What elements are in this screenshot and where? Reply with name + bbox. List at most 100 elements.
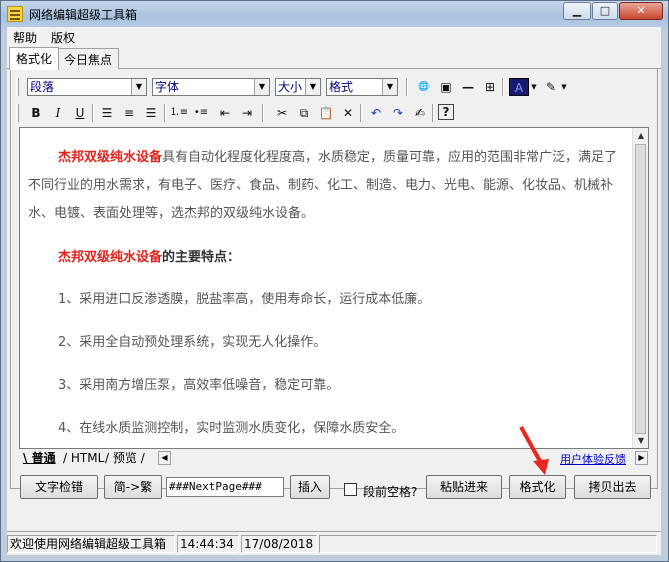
text-check-button[interactable]: 文字检错 (20, 475, 98, 499)
chevron-down-icon: ▼ (131, 79, 146, 95)
tab-preview-label: 预览 (112, 451, 137, 465)
edit-note-icon[interactable]: ✍ (410, 104, 430, 122)
brand-highlight: 杰邦双级纯水设备 (58, 250, 163, 265)
font-color-icon[interactable]: A (509, 78, 529, 96)
style-toolbar: B I U ☰ ≡ ☰ ⒈≡ •≡ ⇤ ⇥ ✂ ⧉ 📋 ✕ ↶ ↷ ✍ ? (14, 101, 474, 125)
status-empty (319, 535, 657, 553)
simp-trad-button[interactable]: 简->繁 (104, 475, 162, 499)
underline-icon[interactable]: U (70, 104, 90, 122)
toolbar-divider (92, 104, 94, 122)
bold-icon[interactable]: B (26, 104, 46, 122)
intro-paragraph: 杰邦双级纯水设备具有自动化程度化程度高，水质稳定，质量可靠，应用的范围非常广泛，… (28, 144, 628, 228)
tab-today-focus[interactable]: 今日焦点 (57, 48, 120, 69)
help-icon[interactable]: ? (438, 104, 454, 120)
feature-item: 3、采用南方增压泵，高效率低噪音，稳定可靠。 (58, 378, 340, 393)
image-icon[interactable]: ▣ (436, 78, 456, 96)
vertical-scrollbar[interactable]: ▲ ▼ (632, 128, 648, 448)
main-tabs: 格式化 今日焦点 (7, 47, 661, 70)
feature-item: 1、采用进口反渗透膜，脱盐率高，使用寿命长，运行成本低廉。 (58, 292, 431, 307)
tab-html-label: HTML (70, 451, 105, 465)
copy-out-button[interactable]: 拷贝出去 (574, 475, 651, 499)
format-button[interactable]: 格式化 (509, 475, 566, 499)
view-tabs: \ 普通 / HTML / 预览 / ◀ 用户体验反馈 ▶ (19, 450, 649, 467)
rich-text-editor[interactable]: 杰邦双级纯水设备具有自动化程度化程度高，水质稳定，质量可靠，应用的范围非常广泛，… (19, 127, 649, 449)
toolbar-divider (262, 104, 264, 122)
scroll-left-icon[interactable]: ◀ (158, 451, 171, 465)
document-body: 杰邦双级纯水设备具有自动化程度化程度高，水质稳定，质量可靠，应用的范围非常广泛，… (28, 128, 628, 443)
paragraph-select-value: 段落 (30, 80, 55, 94)
chevron-down-icon: ▼ (382, 79, 397, 95)
tab-normal[interactable]: \ 普通 (23, 450, 56, 467)
bullet-list-icon[interactable]: •≡ (191, 104, 211, 122)
space-before-checkbox[interactable] (344, 483, 357, 496)
toolbar-divider (360, 104, 362, 122)
status-welcome: 欢迎使用网络编辑超级工具箱 (7, 535, 175, 553)
app-icon (7, 6, 23, 22)
highlight-pen-icon[interactable]: ✎ (541, 78, 561, 96)
annotation-arrow-icon (519, 426, 549, 475)
chevron-down-icon[interactable]: ▼ (529, 78, 539, 96)
indent-icon[interactable]: ⇥ (237, 104, 257, 122)
scroll-down-icon[interactable]: ▼ (633, 433, 648, 448)
paste-in-button[interactable]: 粘贴进来 (426, 475, 502, 499)
outdent-icon[interactable]: ⇤ (215, 104, 235, 122)
redo-icon[interactable]: ↷ (388, 104, 408, 122)
scroll-thumb[interactable] (635, 144, 646, 434)
title-bar[interactable]: 网络编辑超级工具箱 ▁ □ ✕ (1, 1, 668, 28)
delete-icon[interactable]: ✕ (338, 104, 358, 122)
tab-preview[interactable]: / 预览 / (105, 450, 145, 467)
scroll-right-icon[interactable]: ▶ (635, 451, 648, 465)
copy-icon[interactable]: ⧉ (294, 104, 314, 122)
feedback-link[interactable]: 用户体验反馈 (560, 451, 626, 467)
font-select-value: 字体 (155, 80, 180, 94)
format-toolbar: 段落 ▼ 字体 ▼ 大小 ▼ 格式 ▼ 🌐 ▣ — ⊞ A ▼ ✎ ▼ (14, 75, 574, 99)
toolbar-divider (502, 78, 504, 96)
menu-help[interactable]: 帮助 (13, 29, 37, 46)
size-select[interactable]: 大小 ▼ (275, 78, 321, 96)
format-select-value: 格式 (329, 80, 354, 94)
web-icon[interactable]: 🌐 (414, 78, 434, 96)
maximize-button[interactable]: □ (592, 2, 618, 20)
chevron-down-icon[interactable]: ▼ (559, 78, 569, 96)
horizontal-rule-icon[interactable]: — (458, 78, 478, 96)
toolbar-divider (164, 104, 166, 122)
format-select[interactable]: 格式 ▼ (326, 78, 398, 96)
cut-icon[interactable]: ✂ (272, 104, 292, 122)
feature-item: 2、采用全自动预处理系统，实现无人化操作。 (58, 335, 327, 350)
align-center-icon[interactable]: ≡ (119, 104, 139, 122)
status-bar: 欢迎使用网络编辑超级工具箱 14:44:34 17/08/2018 (7, 531, 661, 555)
ordered-list-icon[interactable]: ⒈≡ (169, 104, 189, 122)
paragraph-select[interactable]: 段落 ▼ (27, 78, 147, 96)
window-title: 网络编辑超级工具箱 (29, 8, 138, 22)
tab-html[interactable]: / HTML (63, 450, 104, 467)
chevron-down-icon: ▼ (305, 79, 320, 95)
status-date: 17/08/2018 (241, 535, 317, 553)
tab-normal-label: 普通 (31, 451, 56, 465)
minimize-button[interactable]: ▁ (563, 2, 591, 20)
align-left-icon[interactable]: ☰ (97, 104, 117, 122)
size-select-value: 大小 (278, 80, 303, 94)
toolbar-divider (432, 104, 434, 122)
align-right-icon[interactable]: ☰ (141, 104, 161, 122)
status-time: 14:44:34 (177, 535, 239, 553)
insert-button[interactable]: 插入 (290, 475, 330, 499)
table-icon[interactable]: ⊞ (480, 78, 500, 96)
menu-copyright[interactable]: 版权 (51, 29, 75, 46)
toolbar-divider (406, 78, 408, 96)
scroll-up-icon[interactable]: ▲ (633, 128, 648, 143)
italic-icon[interactable]: I (48, 104, 68, 122)
undo-icon[interactable]: ↶ (366, 104, 386, 122)
brand-highlight: 杰邦双级纯水设备 (58, 150, 163, 165)
next-page-input[interactable]: ###NextPage### (166, 477, 284, 497)
close-button[interactable]: ✕ (619, 2, 663, 20)
toolbar-grip (16, 104, 19, 122)
menu-bar: 帮助 版权 (7, 27, 661, 46)
font-select[interactable]: 字体 ▼ (152, 78, 270, 96)
toolbar-grip (16, 78, 19, 96)
paste-icon[interactable]: 📋 (316, 104, 336, 122)
features-heading: 杰邦双级纯水设备的主要特点： (28, 244, 628, 272)
tab-format[interactable]: 格式化 (9, 47, 60, 70)
chevron-down-icon: ▼ (254, 79, 269, 95)
space-before-label: 段前空格? (363, 485, 418, 499)
features-heading-text: 的主要特点： (162, 250, 241, 265)
